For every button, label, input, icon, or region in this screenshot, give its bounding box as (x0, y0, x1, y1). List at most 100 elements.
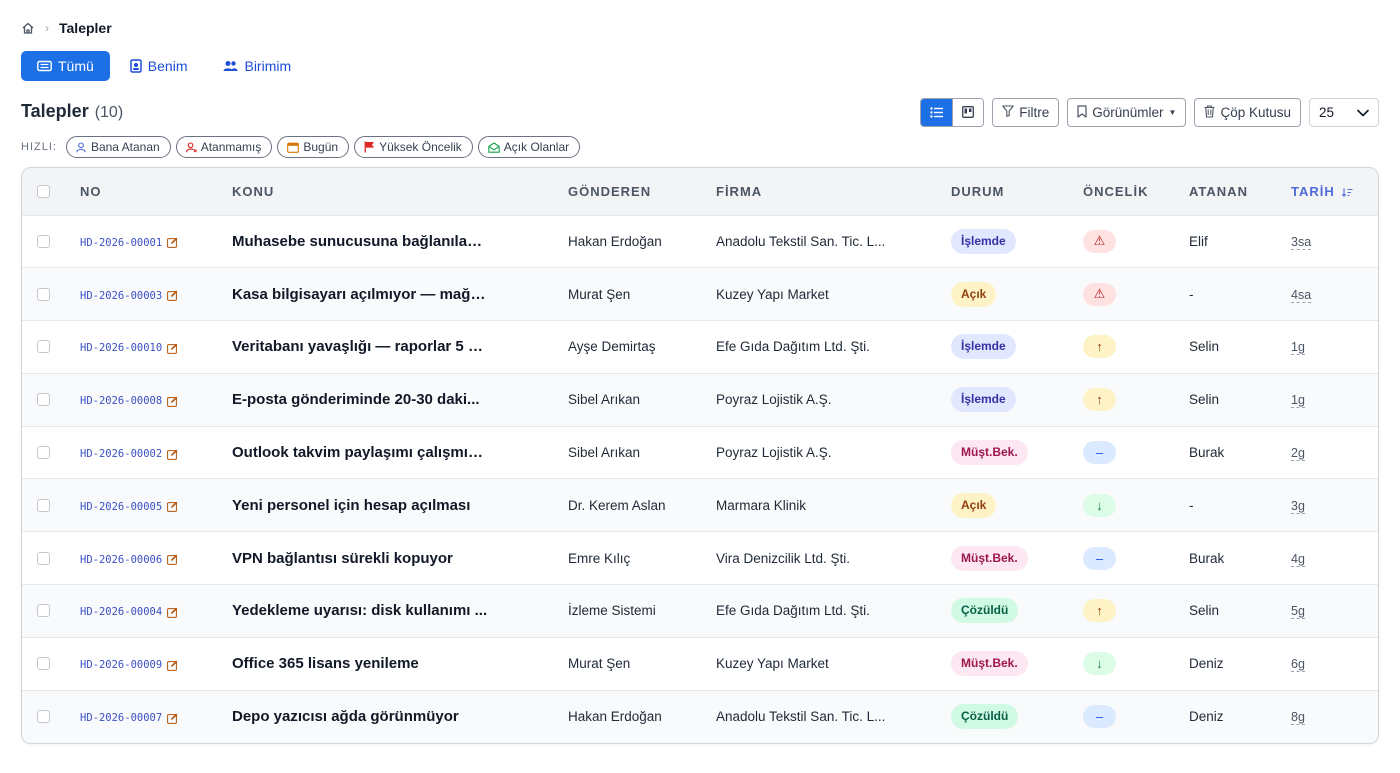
edit-icon[interactable] (167, 607, 178, 618)
ticket-subject[interactable]: Muhasebe sunucusuna bağlanılam... (232, 233, 488, 250)
list-view-button[interactable] (921, 99, 953, 126)
ticket-subject[interactable]: Yedekleme uyarısı: disk kullanımı ... (232, 602, 488, 619)
row-checkbox[interactable] (37, 498, 50, 512)
edit-icon[interactable] (167, 501, 178, 513)
col-company[interactable]: FİRMA (716, 168, 951, 216)
table-row[interactable]: HD-2026-00001 Muhasebe sunucusuna bağlanı… (22, 215, 1378, 268)
chip-assigned-to-me[interactable]: Bana Atanan (65, 136, 171, 158)
table-row[interactable]: HD-2026-00005 Yeni personel için hesap aç… (22, 478, 1378, 532)
row-checkbox[interactable] (37, 446, 50, 460)
trash-button[interactable]: Çöp Kutusu (1194, 98, 1301, 127)
row-checkbox[interactable] (37, 710, 50, 724)
col-date[interactable]: TARİH (1291, 168, 1378, 216)
priority-cell: ⚠ (1083, 268, 1189, 321)
ticket-subject[interactable]: Veritabanı yavaşlığı — raporlar 5 d... (232, 338, 488, 355)
row-checkbox[interactable] (37, 340, 50, 354)
row-select-cell (22, 637, 80, 690)
row-checkbox[interactable] (37, 657, 50, 671)
table-row[interactable]: HD-2026-00004 Yedekleme uyarısı: disk kul… (22, 584, 1378, 638)
chip-today[interactable]: Bugün (277, 136, 350, 158)
views-dropdown[interactable]: Görünümler ▼ (1067, 98, 1187, 127)
ticket-no-link[interactable]: HD-2026-00006 (80, 554, 178, 566)
kanban-icon (962, 105, 975, 121)
filter-button[interactable]: Filtre (992, 98, 1060, 127)
ticket-subject[interactable]: VPN bağlantısı sürekli kopuyor (232, 550, 488, 567)
status-cell: Müşt.Bek. (951, 637, 1083, 690)
ticket-subject[interactable]: Outlook takvim paylaşımı çalışmıyor (232, 444, 488, 461)
kanban-view-button[interactable] (952, 99, 984, 126)
select-all-checkbox[interactable] (37, 184, 50, 198)
row-checkbox[interactable] (37, 551, 50, 565)
ticket-subject[interactable]: Depo yazıcısı ağda görünmüyor (232, 708, 488, 725)
tab-all[interactable]: Tümü (21, 51, 110, 81)
row-checkbox[interactable] (37, 234, 50, 248)
ticket-no-link[interactable]: HD-2026-00003 (80, 290, 178, 302)
status-badge: Müşt.Bek. (951, 545, 1028, 571)
sender-cell: Hakan Erdoğan (568, 233, 662, 249)
ticket-no-link[interactable]: HD-2026-00007 (80, 712, 178, 724)
col-no[interactable]: NO (80, 168, 232, 216)
table-row[interactable]: HD-2026-00008 E-posta gönderiminde 20-30 … (22, 373, 1378, 427)
col-subject[interactable]: KONU (232, 168, 568, 216)
home-icon[interactable] (21, 21, 35, 35)
edit-icon[interactable] (167, 237, 178, 249)
chip-label: Açık Olanlar (503, 140, 570, 154)
edit-icon[interactable] (167, 660, 178, 671)
edit-icon[interactable] (167, 554, 178, 566)
table-row[interactable]: HD-2026-00007 Depo yazıcısı ağda görünmüy… (22, 690, 1378, 743)
page-size-select[interactable]: 25 (1309, 98, 1379, 127)
col-assignee[interactable]: ATANAN (1189, 168, 1291, 216)
page-title-row: Talepler (10) (21, 101, 123, 122)
priority-badge: – (1083, 546, 1116, 570)
ticket-subject[interactable]: E-posta gönderiminde 20-30 daki... (232, 391, 488, 408)
priority-cell: ⚠ (1083, 215, 1189, 268)
status-cell: Çözüldü (951, 585, 1083, 638)
chip-label: Yüksek Öncelik (379, 140, 462, 154)
ticket-subject[interactable]: Office 365 lisans yenileme (232, 655, 488, 672)
chip-open[interactable]: Açık Olanlar (477, 136, 581, 158)
ticket-no-link[interactable]: HD-2026-00002 (80, 448, 178, 460)
ticket-no-link[interactable]: HD-2026-00005 (80, 501, 178, 513)
row-select-cell (22, 373, 80, 426)
ticket-no-link[interactable]: HD-2026-00009 (80, 659, 178, 671)
ticket-subject[interactable]: Yeni personel için hesap açılması (232, 497, 488, 514)
status-badge: İşlemde (951, 387, 1016, 413)
date-cell: 4g (1291, 532, 1378, 585)
chip-unassigned[interactable]: Atanmamış (175, 136, 273, 158)
table-row[interactable]: HD-2026-00009 Office 365 lisans yenileme M… (22, 637, 1378, 691)
edit-icon[interactable] (167, 713, 178, 724)
edit-icon[interactable] (167, 396, 178, 407)
status-cell: Müşt.Bek. (951, 532, 1083, 585)
col-sender[interactable]: GÖNDEREN (568, 168, 716, 216)
col-status[interactable]: DURUM (951, 168, 1083, 216)
ticket-no-link[interactable]: HD-2026-00004 (80, 606, 178, 618)
ticket-subject[interactable]: Kasa bilgisayarı açılmıyor — mağa... (232, 286, 488, 303)
table-row[interactable]: HD-2026-00002 Outlook takvim paylaşımı ça… (22, 426, 1378, 479)
row-select-cell (22, 215, 80, 268)
tab-mine[interactable]: Benim (114, 51, 204, 81)
chip-high-priority[interactable]: Yüksek Öncelik (354, 136, 473, 158)
row-checkbox[interactable] (37, 393, 50, 407)
table-row[interactable]: HD-2026-00006 VPN bağlantısı sürekli kopu… (22, 532, 1378, 585)
date-cell: 3sa (1291, 215, 1378, 268)
row-checkbox[interactable] (37, 604, 50, 618)
edit-icon[interactable] (167, 449, 178, 460)
edit-icon[interactable] (167, 290, 178, 302)
col-priority[interactable]: ÖNCELİK (1083, 168, 1189, 216)
subject-cell: VPN bağlantısı sürekli kopuyor (232, 532, 568, 585)
row-checkbox[interactable] (37, 287, 50, 301)
assignee-cell: Selin (1189, 392, 1220, 408)
edit-icon[interactable] (167, 343, 178, 354)
user-x-icon (185, 141, 197, 153)
tab-unit[interactable]: Birimim (207, 51, 307, 81)
ticket-no-link[interactable]: HD-2026-00010 (80, 342, 178, 354)
company-name: Anadolu Tekstil San. Tic. L... (716, 709, 886, 725)
flag-icon (364, 141, 375, 153)
ticket-no-cell: HD-2026-00005 (80, 479, 232, 532)
table-row[interactable]: HD-2026-00010 Veritabanı yavaşlığı — rapo… (22, 321, 1378, 374)
table-row[interactable]: HD-2026-00003 Kasa bilgisayarı açılmıyor … (22, 267, 1378, 321)
ticket-no-link[interactable]: HD-2026-00001 (80, 237, 178, 249)
ticket-no-link[interactable]: HD-2026-00008 (80, 395, 178, 407)
subject-cell: Veritabanı yavaşlığı — raporlar 5 d... (232, 321, 568, 374)
ticket-count: (10) (94, 104, 124, 121)
